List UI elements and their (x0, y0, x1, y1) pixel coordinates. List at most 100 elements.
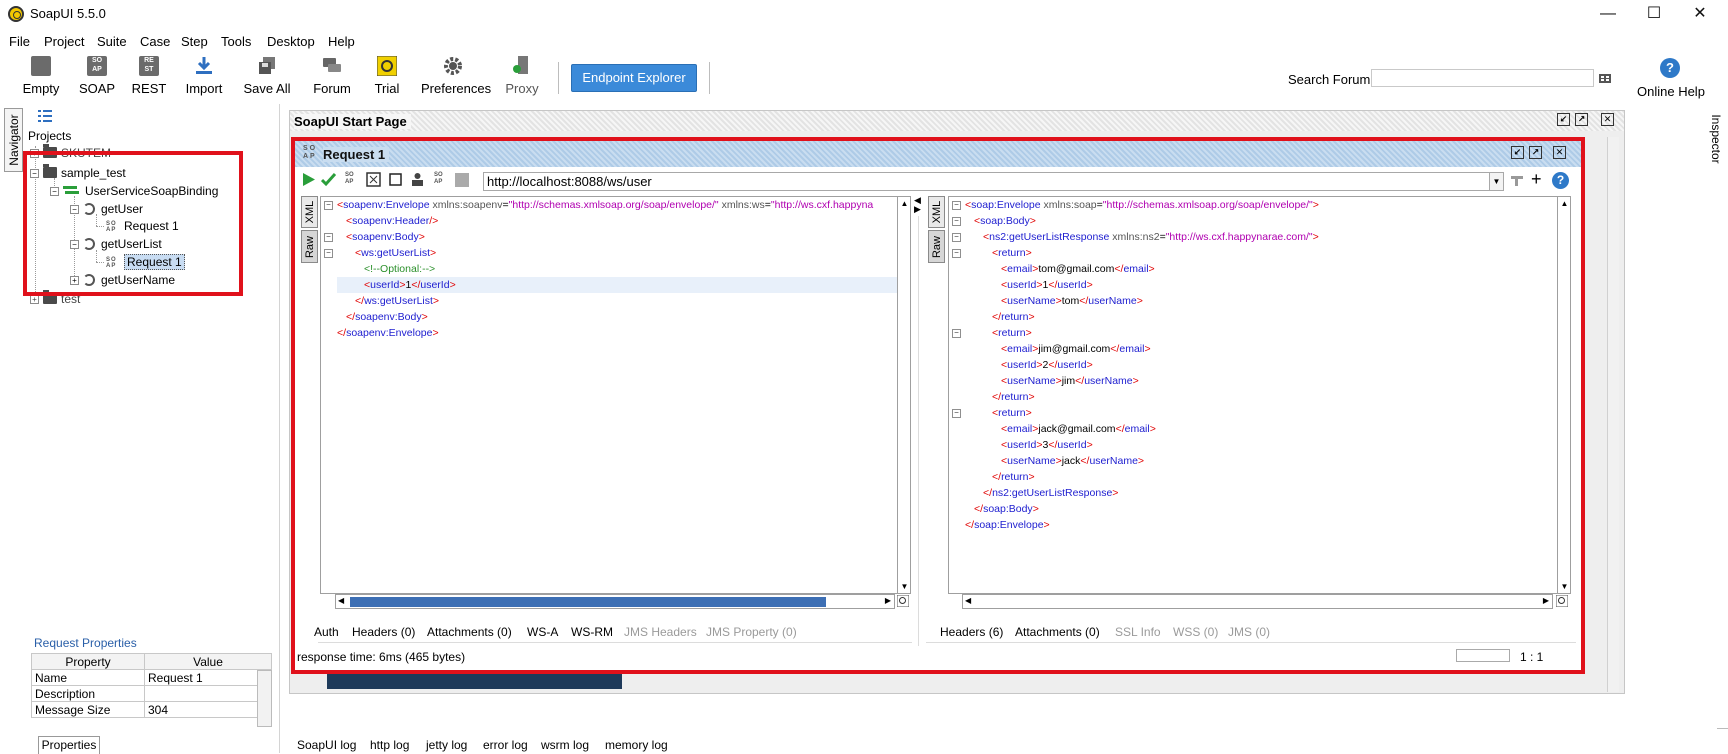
minimize-request-icon[interactable]: ↙ (1511, 146, 1524, 159)
menu-suite[interactable]: Suite (97, 34, 127, 49)
soap-button[interactable]: SO AP SOAP (78, 54, 116, 102)
fold-icon[interactable]: − (324, 233, 333, 242)
trial-button[interactable]: Trial (370, 54, 404, 102)
log-tab-error[interactable]: error log (483, 738, 528, 752)
table-row[interactable]: Message Size 304 (31, 701, 272, 718)
request-xml-editor[interactable]: − − − <soapenv:Envelope xmlns:soapenv="h… (320, 196, 911, 594)
menu-desktop[interactable]: Desktop (267, 34, 315, 49)
request-raw-tab[interactable]: Raw (301, 230, 318, 263)
format-icon[interactable] (366, 172, 381, 187)
tab-response-attachments[interactable]: Attachments (0) (1015, 625, 1100, 639)
soap-version-icon[interactable]: SO AP (434, 172, 443, 186)
close-button[interactable]: ✕ (1680, 2, 1720, 26)
scroll-right-icon[interactable]: ▶ (885, 596, 891, 605)
fold-icon[interactable]: − (952, 233, 961, 242)
log-tab-soapui[interactable]: SoapUI log (297, 738, 356, 752)
detach-request-icon[interactable]: ↗ (1529, 146, 1542, 159)
property-value[interactable]: Request 1 (144, 669, 272, 686)
response-xml-editor[interactable]: − − − − − − <soap:Envelope xmlns:soap="h… (948, 196, 1571, 594)
stop-icon[interactable] (388, 172, 403, 187)
tab-headers[interactable]: Headers (0) (352, 625, 415, 639)
zoom-icon[interactable] (1556, 595, 1568, 607)
fold-icon[interactable]: − (952, 201, 961, 210)
search-forum-icon[interactable] (1598, 71, 1612, 85)
minimize-button[interactable]: — (1588, 2, 1628, 26)
zoom-icon[interactable] (897, 595, 909, 607)
user-auth-icon[interactable] (410, 172, 425, 187)
menu-file[interactable]: File (9, 34, 30, 49)
log-tab-jetty[interactable]: jetty log (426, 738, 467, 752)
tab-ws-a[interactable]: WS-A (527, 625, 558, 639)
editor-splitter[interactable] (918, 216, 919, 646)
rest-button[interactable]: RE ST REST (130, 54, 168, 102)
scroll-right-icon[interactable]: ▶ (1543, 596, 1549, 605)
request-horizontal-scrollbar[interactable]: ◀ ▶ (335, 594, 895, 609)
empty-button[interactable]: Empty (20, 54, 62, 102)
response-vertical-scrollbar[interactable]: ▲ ▼ (1557, 197, 1570, 593)
detach-panel-icon[interactable]: ↗ (1575, 113, 1588, 126)
menu-step[interactable]: Step (181, 34, 208, 49)
fold-icon[interactable]: − (324, 249, 333, 258)
expand-icon[interactable]: + (30, 295, 39, 304)
scroll-up-icon[interactable]: ▲ (1560, 199, 1569, 208)
request-xml-tab[interactable]: XML (301, 196, 318, 228)
preferences-button[interactable]: Preferences (421, 54, 491, 102)
fold-icon[interactable]: − (952, 409, 961, 418)
inspector-tab[interactable]: Inspector (1707, 108, 1725, 170)
tab-ws-rm[interactable]: WS-RM (571, 625, 613, 639)
log-tab-wsrm[interactable]: wsrm log (541, 738, 589, 752)
menu-help[interactable]: Help (328, 34, 355, 49)
scroll-left-icon[interactable]: ◀ (965, 596, 971, 605)
minimize-panel-icon[interactable]: ↙ (1557, 113, 1570, 126)
properties-tab[interactable]: Properties (38, 736, 100, 754)
navigator-tab[interactable]: Navigator (4, 108, 23, 172)
splitter-arrows-icon[interactable]: ◀ ▶ (914, 196, 924, 216)
request-vertical-scrollbar[interactable]: ▲ ▼ (897, 197, 910, 593)
projects-root-label[interactable]: Projects (28, 129, 71, 143)
column-header-value[interactable]: Value (144, 653, 272, 670)
endpoint-explorer-button[interactable]: Endpoint Explorer (571, 64, 697, 92)
request-help-icon[interactable]: ? (1552, 172, 1569, 189)
run-icon[interactable] (301, 172, 316, 187)
scrollbar-thumb[interactable] (350, 597, 826, 607)
table-row[interactable]: Description (31, 685, 272, 702)
close-request-icon[interactable]: ✕ (1553, 146, 1566, 159)
scroll-left-icon[interactable]: ◀ (338, 596, 344, 605)
save-all-button[interactable]: Save All (243, 54, 291, 102)
url-dropdown-icon[interactable]: ▼ (1490, 172, 1504, 191)
response-raw-tab[interactable]: Raw (928, 230, 945, 263)
soap-request-icon[interactable]: SO AP (345, 172, 354, 186)
search-forum-input[interactable] (1371, 69, 1594, 87)
fold-icon[interactable]: − (952, 249, 961, 258)
scroll-down-icon[interactable]: ▼ (1560, 582, 1569, 591)
properties-scrollbar[interactable] (257, 670, 272, 727)
list-view-icon[interactable] (38, 110, 52, 122)
log-tab-memory[interactable]: memory log (605, 738, 668, 752)
import-button[interactable]: Import (182, 54, 226, 102)
fold-icon[interactable]: − (324, 201, 333, 210)
online-help-label[interactable]: Online Help (1637, 84, 1705, 99)
fold-icon[interactable]: − (952, 329, 961, 338)
table-row[interactable]: Name Request 1 (31, 669, 272, 686)
endpoint-url-field[interactable]: http://localhost:8088/ws/user (483, 172, 1490, 191)
forum-button[interactable]: Forum (311, 54, 353, 102)
close-panel-icon[interactable]: ✕ (1601, 113, 1614, 126)
proxy-button[interactable]: Proxy (504, 54, 540, 102)
column-header-property[interactable]: Property (31, 653, 145, 670)
tab-auth[interactable]: Auth (314, 625, 339, 639)
add-icon[interactable]: + (1531, 170, 1542, 188)
response-xml-tab[interactable]: XML (928, 196, 945, 228)
fold-icon[interactable]: − (952, 217, 961, 226)
check-icon[interactable] (321, 172, 336, 187)
tab-response-headers[interactable]: Headers (6) (940, 625, 1003, 639)
property-value[interactable]: 304 (144, 701, 272, 718)
scroll-up-icon[interactable]: ▲ (900, 199, 909, 208)
menu-case[interactable]: Case (140, 34, 170, 49)
response-horizontal-scrollbar[interactable]: ◀ ▶ (962, 594, 1553, 609)
menu-project[interactable]: Project (44, 34, 84, 49)
property-value[interactable] (144, 685, 272, 702)
help-icon[interactable]: ? (1660, 58, 1680, 78)
log-tab-http[interactable]: http log (370, 738, 409, 752)
tab-attachments[interactable]: Attachments (0) (427, 625, 512, 639)
menu-tools[interactable]: Tools (221, 34, 251, 49)
